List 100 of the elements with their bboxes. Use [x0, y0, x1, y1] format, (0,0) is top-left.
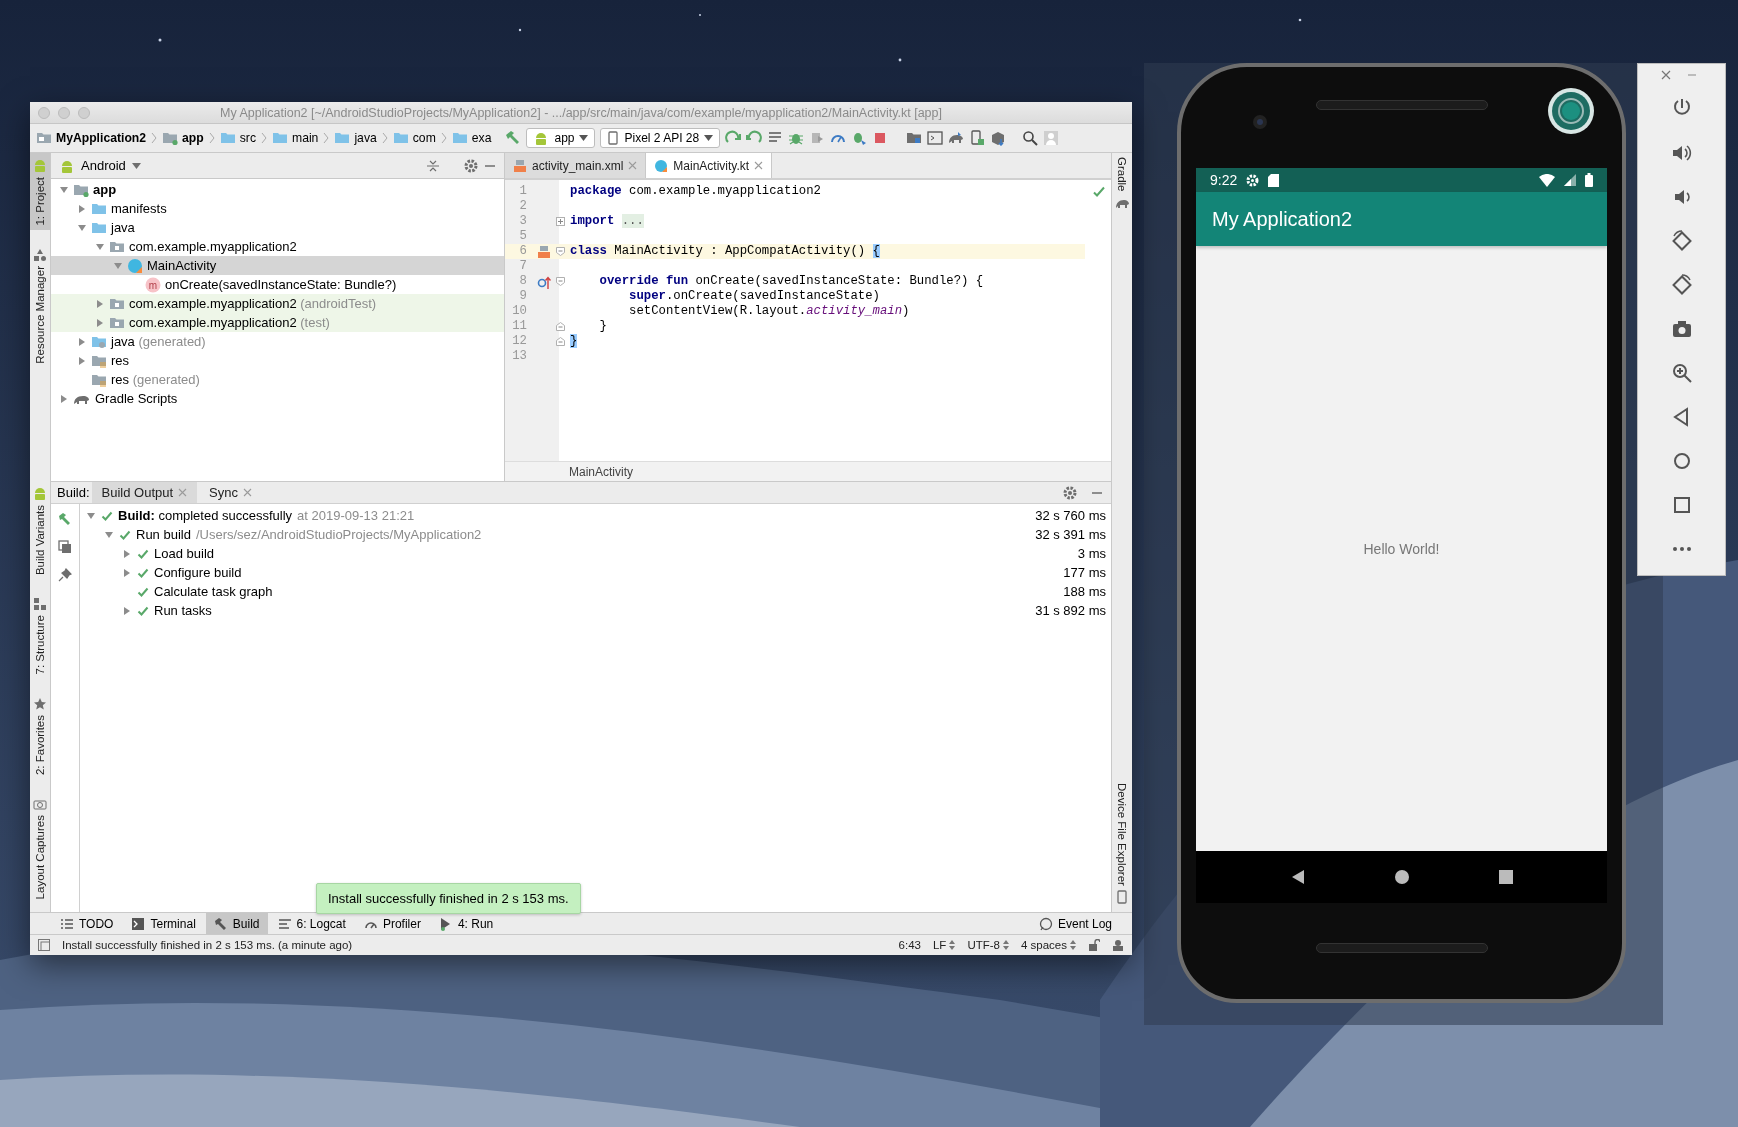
- panel-tab[interactable]: Sync: [199, 482, 262, 503]
- expand-arrow-icon[interactable]: [59, 184, 69, 195]
- fold-marker-icon[interactable]: [555, 217, 565, 226]
- tool-window-tab[interactable]: 2: Favorites: [30, 692, 50, 779]
- tool-window-tab[interactable]: Device File Explorer: [1112, 779, 1132, 908]
- tool-window-button[interactable]: Profiler: [355, 913, 429, 934]
- camera-icon[interactable]: [1670, 318, 1693, 340]
- tree-item[interactable]: manifests: [51, 199, 504, 218]
- tree-item[interactable]: res: [51, 351, 504, 370]
- panel-toggle-icon[interactable]: [38, 939, 50, 951]
- hammer-icon[interactable]: [58, 512, 72, 526]
- status-item[interactable]: UTF-8: [967, 939, 1009, 951]
- terminal-icon[interactable]: [927, 130, 944, 146]
- search-icon[interactable]: [1022, 130, 1039, 146]
- android-icon: [32, 157, 48, 173]
- close-icon[interactable]: [1660, 70, 1671, 80]
- back-icon[interactable]: [1290, 869, 1307, 885]
- panel-tab[interactable]: Build Output: [91, 482, 198, 503]
- tool-window-button[interactable]: TODO: [52, 913, 122, 934]
- collapse-arrow-icon[interactable]: [95, 298, 105, 309]
- tool-window-tab[interactable]: Gradle: [1112, 153, 1132, 214]
- collapse-arrow-icon[interactable]: [122, 548, 132, 559]
- close-icon[interactable]: [178, 488, 188, 497]
- hammer-icon[interactable]: [505, 130, 522, 146]
- tool-window-button[interactable]: Event Log: [1030, 913, 1120, 934]
- settings-icon[interactable]: [1063, 485, 1077, 500]
- fold-marker-icon[interactable]: [555, 322, 565, 331]
- status-item[interactable]: 4 spaces: [1020, 939, 1076, 951]
- collapse-all-icon[interactable]: [426, 158, 440, 173]
- home-sensor-button[interactable]: [1547, 87, 1595, 135]
- tree-item[interactable]: java: [51, 218, 504, 237]
- tree-item[interactable]: app: [51, 180, 504, 199]
- close-icon[interactable]: [628, 161, 638, 170]
- breadcrumb[interactable]: app: [162, 130, 204, 146]
- project-structure-icon[interactable]: [906, 130, 923, 146]
- status-item[interactable]: 6:43: [898, 939, 921, 951]
- expand-arrow-icon[interactable]: [104, 529, 114, 540]
- pin-icon[interactable]: [58, 568, 72, 582]
- fold-marker-icon[interactable]: [555, 247, 565, 256]
- collapse-arrow-icon[interactable]: [59, 393, 69, 404]
- fold-marker-icon[interactable]: [555, 277, 565, 286]
- zoom-in-icon[interactable]: [1670, 362, 1693, 384]
- tool-window-button[interactable]: Terminal: [123, 913, 204, 934]
- expand-arrow-icon[interactable]: [77, 222, 87, 233]
- overview-icon[interactable]: [1498, 870, 1513, 884]
- status-item[interactable]: LF: [932, 939, 956, 951]
- editor-tab[interactable]: activity_main.xml: [505, 153, 647, 178]
- device-dropdown[interactable]: Pixel 2 API 28: [600, 128, 721, 148]
- duration-text: 31 s 892 ms: [1035, 603, 1106, 618]
- view-dropdown[interactable]: Android: [59, 157, 141, 174]
- tool-window-tab[interactable]: 1: Project: [30, 153, 50, 230]
- tool-window-button[interactable]: 4: Run: [430, 913, 502, 934]
- breadcrumb[interactable]: MainActivity: [569, 464, 633, 479]
- breadcrumb[interactable]: com: [392, 130, 436, 146]
- close-icon[interactable]: [243, 488, 252, 497]
- tree-item[interactable]: com.example.myapplication2 (androidTest): [51, 294, 504, 313]
- phone-icon: [1116, 890, 1128, 904]
- close-icon[interactable]: [754, 161, 764, 170]
- collapse-arrow-icon[interactable]: [77, 355, 87, 366]
- breadcrumb[interactable]: java: [334, 130, 377, 146]
- tool-window-tab[interactable]: Layout Captures: [30, 792, 50, 904]
- expand-arrow-icon[interactable]: [86, 510, 96, 521]
- editor-tab[interactable]: MainActivity.kt: [646, 153, 773, 178]
- run-config-dropdown[interactable]: app: [526, 128, 596, 148]
- breadcrumb[interactable]: MyApplication2: [36, 130, 147, 146]
- tree-item[interactable]: m onCreate(savedInstanceState: Bundle?): [51, 275, 504, 294]
- elephant-icon[interactable]: [948, 130, 965, 146]
- box-icon[interactable]: [990, 130, 1007, 146]
- breadcrumb[interactable]: src: [219, 130, 256, 146]
- breadcrumb[interactable]: exa: [451, 130, 492, 146]
- tree-item[interactable]: com.example.myapplication2 (test): [51, 313, 504, 332]
- tree-item[interactable]: res (generated): [51, 370, 504, 389]
- rotate-right-icon[interactable]: [1670, 274, 1693, 296]
- settings-icon[interactable]: [464, 158, 478, 173]
- tree-item[interactable]: com.example.myapplication2: [51, 237, 504, 256]
- apply-changes-icon[interactable]: [746, 130, 763, 146]
- expand-arrow-icon[interactable]: [95, 241, 105, 252]
- console-icon[interactable]: [58, 540, 72, 554]
- collapse-arrow-icon[interactable]: [95, 317, 105, 328]
- collapse-arrow-icon[interactable]: [77, 336, 87, 347]
- lock-icon[interactable]: [1088, 939, 1100, 951]
- home-icon[interactable]: [1394, 869, 1411, 885]
- volume-up-icon[interactable]: [1670, 142, 1693, 164]
- list-icon: [60, 916, 74, 931]
- tree-item[interactable]: Gradle Scripts: [51, 389, 504, 408]
- tool-window-tab[interactable]: 7: Structure: [30, 593, 50, 679]
- expand-arrow-icon[interactable]: [113, 260, 123, 271]
- tool-window-button[interactable]: 6: Logcat: [269, 913, 354, 934]
- tree-item[interactable]: java (generated): [51, 332, 504, 351]
- collapse-arrow-icon[interactable]: [77, 203, 87, 214]
- phone-icon[interactable]: [969, 130, 986, 146]
- tree-item[interactable]: MainActivity: [51, 256, 504, 275]
- tool-window-tab[interactable]: Build Variants: [30, 481, 50, 580]
- fold-marker-icon[interactable]: [555, 337, 565, 346]
- tool-window-button[interactable]: Build: [205, 913, 268, 934]
- tool-window-tab[interactable]: Resource Manager: [30, 243, 50, 368]
- collapse-arrow-icon[interactable]: [122, 567, 132, 578]
- rotate-left-icon[interactable]: [1670, 230, 1693, 252]
- breadcrumb[interactable]: main: [272, 130, 319, 146]
- collapse-arrow-icon[interactable]: [122, 605, 132, 616]
